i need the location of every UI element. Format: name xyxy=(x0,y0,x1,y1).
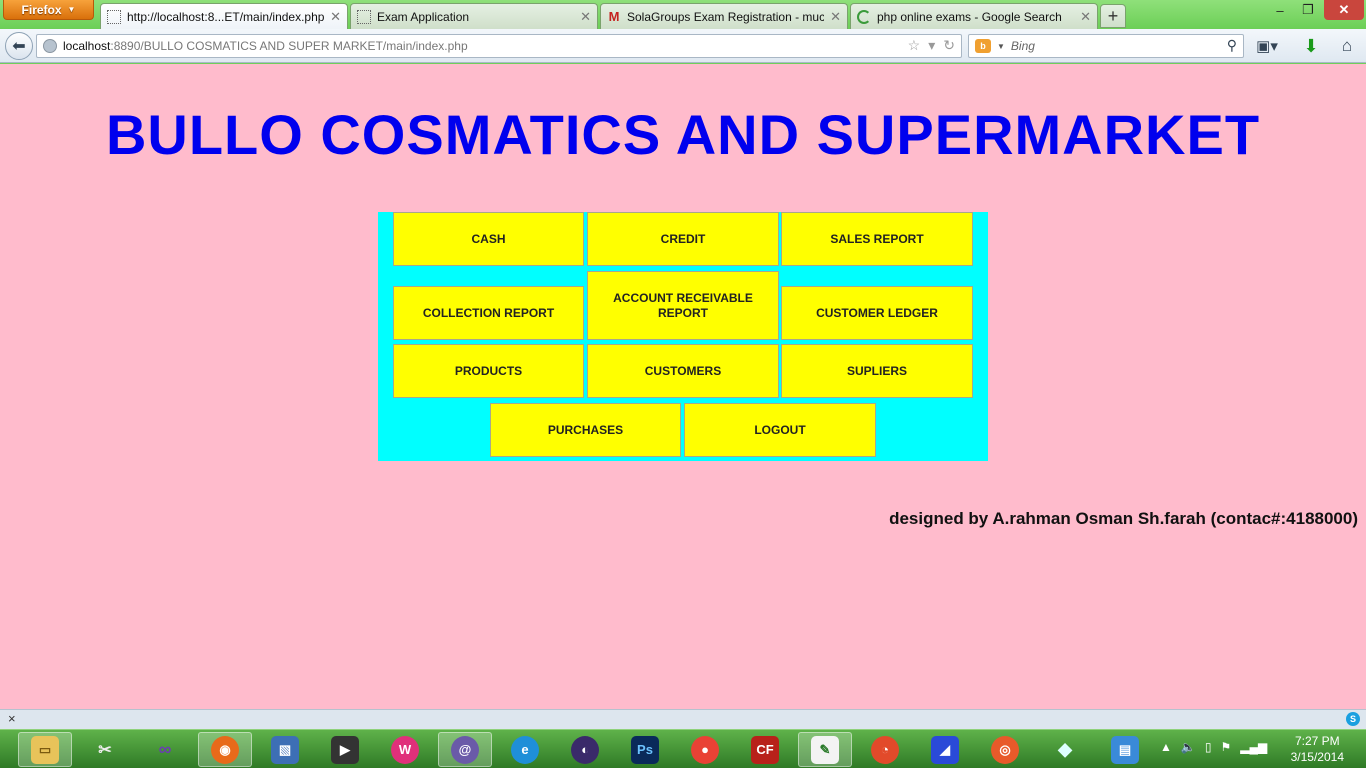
cube-app-icon[interactable]: ◆ xyxy=(1038,732,1092,767)
file-explorer-icon[interactable]: ▭ xyxy=(18,732,72,767)
close-icon[interactable]: ✕ xyxy=(1080,9,1091,25)
url-host: localhost xyxy=(63,39,111,53)
internet-explorer-icon[interactable]: e xyxy=(498,732,552,767)
coldfusion-icon[interactable]: CF xyxy=(738,732,792,767)
close-icon[interactable]: ✕ xyxy=(330,9,341,25)
visual-studio-icon[interactable]: ∞ xyxy=(138,732,192,767)
search-icon[interactable]: ⚲ xyxy=(1227,37,1237,54)
tab-label: Exam Application xyxy=(377,9,470,24)
loading-icon xyxy=(857,9,871,24)
account-receivable-report-button[interactable]: ACCOUNT RECEIVABLE REPORT xyxy=(587,271,779,340)
collection-report-button[interactable]: COLLECTION REPORT xyxy=(393,286,584,340)
network-signal-icon[interactable]: ▂▄▆ xyxy=(1240,740,1267,754)
caret-down-icon: ▼ xyxy=(67,5,76,14)
owl-app-icon[interactable]: ◎ xyxy=(978,732,1032,767)
new-tab-button[interactable]: + xyxy=(1100,4,1126,28)
app-spiral-icon[interactable]: @ xyxy=(438,732,492,767)
address-bar[interactable]: localhost:8890/BULLO COSMATICS AND SUPER… xyxy=(36,34,962,58)
cash-button[interactable]: CASH xyxy=(393,212,584,266)
tab-label: http://localhost:8...ET/main/index.php xyxy=(127,10,325,24)
devices-icon[interactable]: ▯ xyxy=(1205,740,1212,754)
reload-icon[interactable]: ↻ xyxy=(943,37,955,54)
page-title: BULLO COSMATICS AND SUPERMARKET xyxy=(105,103,1261,166)
chrome-icon[interactable]: ● xyxy=(678,732,732,767)
tab-localhost[interactable]: http://localhost:8...ET/main/index.php ✕ xyxy=(100,3,348,30)
virtualbox-icon[interactable]: ▧ xyxy=(258,732,312,767)
close-addon-bar-button[interactable]: × xyxy=(8,711,16,726)
book-app-icon[interactable]: ▤ xyxy=(1098,732,1152,767)
blank-page-icon xyxy=(107,10,121,24)
products-button[interactable]: PRODUCTS xyxy=(393,344,584,398)
tab-google-search[interactable]: php online exams - Google Search ✕ xyxy=(850,3,1098,29)
tab-label: SolaGroups Exam Registration - muca... xyxy=(627,9,825,24)
clock-time: 7:27 PM xyxy=(1294,734,1340,748)
sales-report-button[interactable]: SALES REPORT xyxy=(781,212,973,266)
close-window-button[interactable]: ✕ xyxy=(1324,0,1364,20)
page-content: BULLO COSMATICS AND SUPERMARKET CASH CRE… xyxy=(0,64,1366,709)
windows-taskbar: ▭ ✂ ∞ ◉ ▧ ▶ W @ e ◐ Ps ● CF ✎ ◔ ◢ ◎ ◆ ▤ … xyxy=(0,729,1366,768)
customers-button[interactable]: CUSTOMERS xyxy=(587,344,779,398)
volume-icon[interactable]: 🔈 xyxy=(1181,740,1196,754)
gmail-icon: M xyxy=(608,8,620,24)
customer-ledger-button[interactable]: CUSTOMER LEDGER xyxy=(781,286,973,340)
close-icon[interactable]: ✕ xyxy=(580,9,591,25)
title-bar: Firefox ▼ http://localhost:8...ET/main/i… xyxy=(0,0,1366,30)
url-path: :8890/BULLO COSMATICS AND SUPER MARKET/m… xyxy=(110,39,468,53)
wamp-icon[interactable]: W xyxy=(378,732,432,767)
clock[interactable]: 7:27 PM 3/15/2014 xyxy=(1291,733,1344,765)
chevron-down-icon[interactable]: ▼ xyxy=(997,42,1005,51)
tab-solagroups[interactable]: M SolaGroups Exam Registration - muca...… xyxy=(600,3,848,29)
tab-exam-application[interactable]: Exam Application ✕ xyxy=(350,3,598,29)
tab-label: php online exams - Google Search xyxy=(877,9,1062,24)
media-icon[interactable]: ▶ xyxy=(318,732,372,767)
bookmarks-menu-icon[interactable]: ▣▾ xyxy=(1256,35,1278,57)
flag-icon[interactable]: ⚑ xyxy=(1220,740,1231,754)
system-tray: ▲ 🔈 ▯ ⚑ ▂▄▆ xyxy=(1160,740,1267,754)
addon-bar: × S xyxy=(0,709,1366,729)
main-menu-panel: CASH CREDIT SALES REPORT COLLECTION REPO… xyxy=(378,212,988,461)
paint-icon[interactable]: ◢ xyxy=(918,732,972,767)
tray-expand-icon[interactable]: ▲ xyxy=(1160,740,1172,754)
back-button[interactable]: ⬅ xyxy=(5,32,33,60)
search-input[interactable]: b ▼ Bing ⚲ xyxy=(968,34,1244,58)
firefox-menu-button[interactable]: Firefox ▼ xyxy=(3,0,94,20)
home-icon[interactable]: ⌂ xyxy=(1336,35,1358,57)
notepad-icon[interactable]: ✎ xyxy=(798,732,852,767)
arrow-left-icon: ⬅ xyxy=(12,38,26,55)
download-icon[interactable]: ⬇ xyxy=(1300,35,1322,57)
bing-icon[interactable]: b xyxy=(975,39,991,53)
search-placeholder: Bing xyxy=(1010,39,1035,53)
skype-icon[interactable]: S xyxy=(1346,712,1360,726)
firefox-icon[interactable]: ◉ xyxy=(198,732,252,767)
blank-page-icon xyxy=(357,9,371,24)
firefox-menu-label: Firefox xyxy=(21,2,62,17)
credit-button[interactable]: CREDIT xyxy=(587,212,779,266)
photoshop-icon[interactable]: Ps xyxy=(618,732,672,767)
eclipse-icon[interactable]: ◐ xyxy=(558,732,612,767)
minimize-button[interactable]: – xyxy=(1266,0,1294,20)
clock-date: 3/15/2014 xyxy=(1290,750,1344,764)
supliers-button[interactable]: SUPLIERS xyxy=(781,344,973,398)
logout-button[interactable]: LOGOUT xyxy=(684,403,876,457)
fruit-app-icon[interactable]: ◔ xyxy=(858,732,912,767)
purchases-button[interactable]: PURCHASES xyxy=(490,403,681,457)
globe-icon xyxy=(43,39,57,53)
bookmark-star-icon[interactable]: ☆ xyxy=(908,37,921,54)
restore-button[interactable]: ❐ xyxy=(1294,0,1322,20)
close-icon[interactable]: ✕ xyxy=(830,9,841,25)
tools-icon[interactable]: ✂ xyxy=(78,732,132,767)
chevron-down-icon[interactable]: ▾ xyxy=(928,37,935,54)
designer-credit: designed by A.rahman Osman Sh.farah (con… xyxy=(889,509,1358,528)
navigation-toolbar: ⬅ localhost:8890/BULLO COSMATICS AND SUP… xyxy=(0,29,1366,63)
